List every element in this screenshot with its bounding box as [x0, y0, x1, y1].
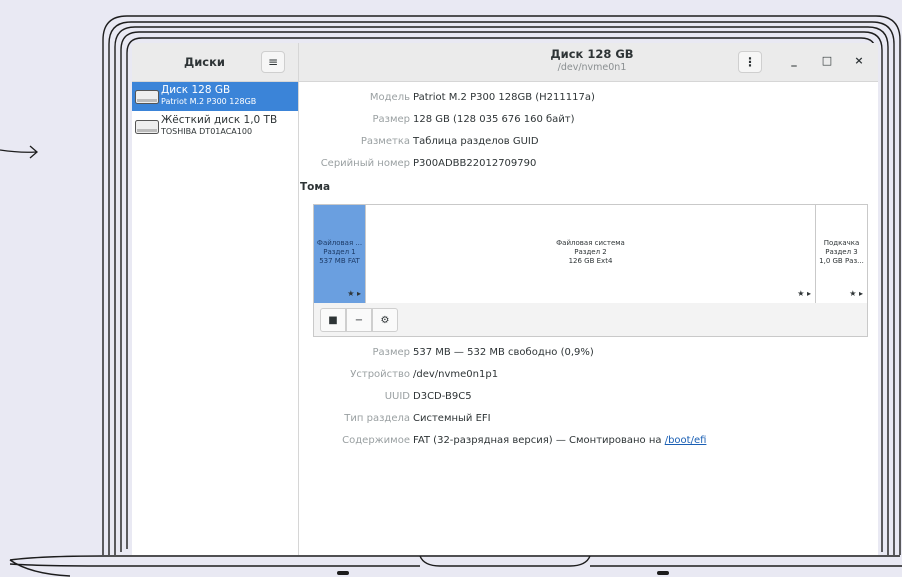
maximize-button[interactable]: □ — [820, 54, 834, 67]
volume-toolbar: ■ − ⚙ — [313, 303, 868, 337]
detail-value: /dev/nvme0n1p1 — [413, 369, 499, 380]
detail-label: UUID — [384, 391, 410, 402]
detail-value: D3CD-B9C5 — [413, 391, 472, 402]
info-row-model: Модель Patriot M.2 P300 128GB (H211117a) — [299, 92, 595, 103]
drive-name: Диск 128 GB — [161, 84, 231, 96]
partition-map: Файловая ... Раздел 1 537 MB FAT ★ ▸ Фай… — [313, 204, 868, 304]
drive-item-ssd[interactable]: Диск 128 GB Patriot M.2 P300 128GB — [132, 82, 298, 111]
detail-label: Содержимое — [342, 435, 410, 446]
detail-row-contents: Содержимое FAT (32-разрядная версия) — См… — [299, 435, 706, 446]
volumes-title: Тома — [300, 181, 331, 193]
stop-button[interactable]: ■ — [320, 308, 346, 332]
partition-segment-3[interactable]: Подкачка Раздел 3 1,0 GB Раз... ★ ▸ — [816, 205, 867, 303]
gears-icon: ⚙ — [380, 314, 390, 326]
info-value: Patriot M.2 P300 128GB (H211117a) — [413, 92, 595, 103]
segment-line: Раздел 2 — [574, 248, 607, 256]
segment-line: Раздел 3 — [825, 248, 858, 256]
sidebar-header: Диски ≡ — [132, 43, 299, 81]
drive-options-button[interactable]: ⋮ — [738, 51, 762, 73]
info-value: P300ADBB22012709790 — [413, 158, 537, 169]
header-bar: Диски ≡ Диск 128 GB /dev/nvme0n1 ⋮ _ □ × — [132, 43, 878, 82]
detail-label: Тип раздела — [344, 413, 410, 424]
detail-row-partition-type: Тип раздела Системный EFI — [299, 413, 491, 424]
close-button[interactable]: × — [852, 54, 866, 67]
star-play-icon: ★ ▸ — [347, 289, 361, 298]
info-row-partitioning: Разметка Таблица разделов GUID — [299, 136, 539, 147]
info-label: Размер — [372, 114, 410, 125]
hamburger-icon: ≡ — [267, 55, 279, 69]
segment-line: 1,0 GB Раз... — [819, 257, 864, 265]
partition-segment-1[interactable]: Файловая ... Раздел 1 537 MB FAT ★ ▸ — [314, 205, 366, 303]
sidebar-title: Диски — [184, 55, 225, 69]
drive-item-hdd[interactable]: Жёсткий диск 1,0 TB TOSHIBA DT01ACA100 — [132, 112, 298, 141]
segment-line: Файловая ... — [316, 239, 363, 247]
detail-row-uuid: UUID D3CD-B9C5 — [299, 391, 472, 402]
detail-value: Системный EFI — [413, 413, 491, 424]
drive-details: Модель Patriot M.2 P300 128GB (H211117a) … — [299, 82, 878, 555]
remove-partition-button[interactable]: − — [346, 308, 372, 332]
detail-value: 537 MB — 532 MB свободно (0,9%) — [413, 347, 594, 358]
segment-line: Подкачка — [823, 239, 860, 247]
drive-list: Диск 128 GB Patriot M.2 P300 128GB Жёстк… — [132, 82, 299, 555]
vertical-dots-icon: ⋮ — [744, 55, 756, 69]
segment-line: 537 MB FAT — [319, 257, 360, 265]
drive-model: TOSHIBA DT01ACA100 — [161, 127, 253, 136]
minus-icon: − — [354, 314, 364, 326]
detail-row-device: Устройство/dev/nvme0n1p1 — [299, 369, 498, 380]
detail-row-size: Размер 537 MB — 532 MB свободно (0,9%) — [299, 347, 594, 358]
detail-value: FAT (32-разрядная версия) — Смонтировано… — [413, 435, 665, 446]
info-row-serial: Серийный номер P300ADBB22012709790 — [299, 158, 537, 169]
star-play-icon: ★ ▸ — [849, 289, 863, 298]
disks-window: Диски ≡ Диск 128 GB /dev/nvme0n1 ⋮ _ □ ×… — [132, 43, 878, 555]
info-label: Модель — [369, 92, 410, 103]
segment-line: Раздел 1 — [323, 248, 356, 256]
segment-line: Файловая система — [556, 239, 625, 247]
minimize-button[interactable]: _ — [787, 54, 801, 67]
detail-label: Размер — [372, 347, 410, 358]
menu-button[interactable]: ≡ — [261, 51, 285, 73]
drive-name: Жёсткий диск 1,0 TB — [161, 114, 278, 126]
window-subtitle: /dev/nvme0n1 — [557, 62, 627, 73]
drive-icon — [135, 120, 159, 134]
info-label: Серийный номер — [320, 158, 410, 169]
detail-label: Устройство — [350, 369, 410, 380]
info-row-size: Размер 128 GB (128 035 676 160 байт) — [299, 114, 575, 125]
window-title-block: Диск 128 GB /dev/nvme0n1 — [432, 47, 752, 73]
stop-icon: ■ — [328, 314, 338, 326]
info-label: Разметка — [360, 136, 410, 147]
drive-icon — [135, 90, 159, 104]
segment-line: 126 GB Ext4 — [568, 257, 613, 265]
drive-model: Patriot M.2 P300 128GB — [161, 97, 257, 106]
arrow-icon — [0, 145, 38, 159]
star-play-icon: ★ ▸ — [797, 289, 811, 298]
info-value: 128 GB (128 035 676 160 байт) — [413, 114, 575, 125]
mount-point-link[interactable]: /boot/efi — [665, 435, 707, 446]
window-title: Диск 128 GB — [550, 47, 634, 61]
partition-settings-button[interactable]: ⚙ — [372, 308, 398, 332]
partition-segment-2[interactable]: Файловая система Раздел 2 126 GB Ext4 ★ … — [366, 205, 816, 303]
info-value: Таблица разделов GUID — [413, 136, 539, 147]
